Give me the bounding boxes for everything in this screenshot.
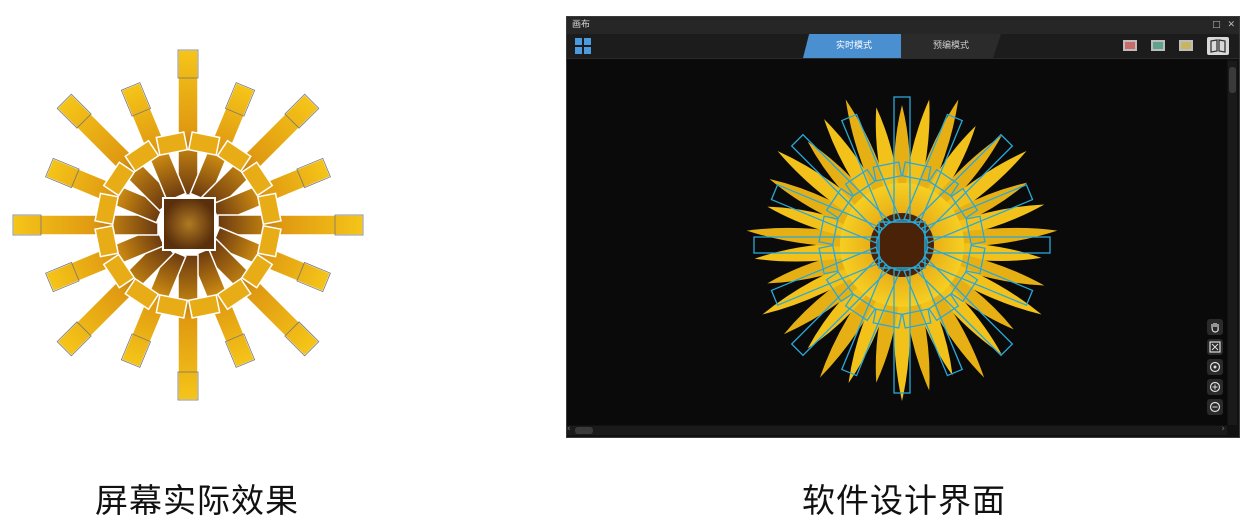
grid-layout-icon[interactable] <box>574 37 592 55</box>
green-layer-button[interactable] <box>1151 40 1165 51</box>
toolbar: 实时模式 预编模式 <box>567 34 1239 59</box>
layer-buttons <box>1123 37 1233 55</box>
red-layer-button[interactable] <box>1123 40 1137 51</box>
tab-preview-mode[interactable]: 预编模式 <box>901 34 1001 58</box>
yellow-layer-button[interactable] <box>1179 40 1193 51</box>
screen-effect-visual <box>12 49 364 401</box>
caption-software-design: 软件设计界面 <box>802 481 1006 520</box>
vertical-scrollbar[interactable] <box>1228 61 1237 425</box>
center-icon[interactable] <box>1207 359 1223 375</box>
scroll-right-icon[interactable]: › <box>1221 424 1225 434</box>
zoom-in-icon[interactable] <box>1207 379 1223 395</box>
canvas-window: 画布 □ ✕ 实时模式 预编模式 ‹ › <box>566 16 1240 438</box>
hand-icon[interactable] <box>1207 319 1223 335</box>
close-icon[interactable]: ✕ <box>1227 20 1235 30</box>
scroll-left-icon[interactable]: ‹ <box>567 424 571 434</box>
window-title: 画布 <box>572 20 591 30</box>
zoom-out-icon[interactable] <box>1207 399 1223 415</box>
horizontal-scrollbar[interactable]: ‹ › <box>567 424 1227 435</box>
center-square <box>162 197 216 251</box>
canvas-tools <box>1207 319 1225 419</box>
ray-segment <box>12 214 159 236</box>
book-icon[interactable] <box>1207 37 1229 55</box>
ray-segment <box>177 49 199 196</box>
ray-segment <box>217 214 364 236</box>
window-controls: □ ✕ <box>1208 17 1235 34</box>
titlebar: 画布 □ ✕ <box>567 17 1239 34</box>
restore-icon[interactable]: □ <box>1212 20 1221 30</box>
ray-segment <box>177 254 199 401</box>
design-canvas[interactable] <box>567 59 1227 425</box>
tab-realtime-mode[interactable]: 实时模式 <box>803 34 905 58</box>
fit-icon[interactable] <box>1207 339 1223 355</box>
canvas-sunflower <box>746 96 1058 401</box>
caption-screen-effect: 屏幕实际效果 <box>95 481 299 520</box>
